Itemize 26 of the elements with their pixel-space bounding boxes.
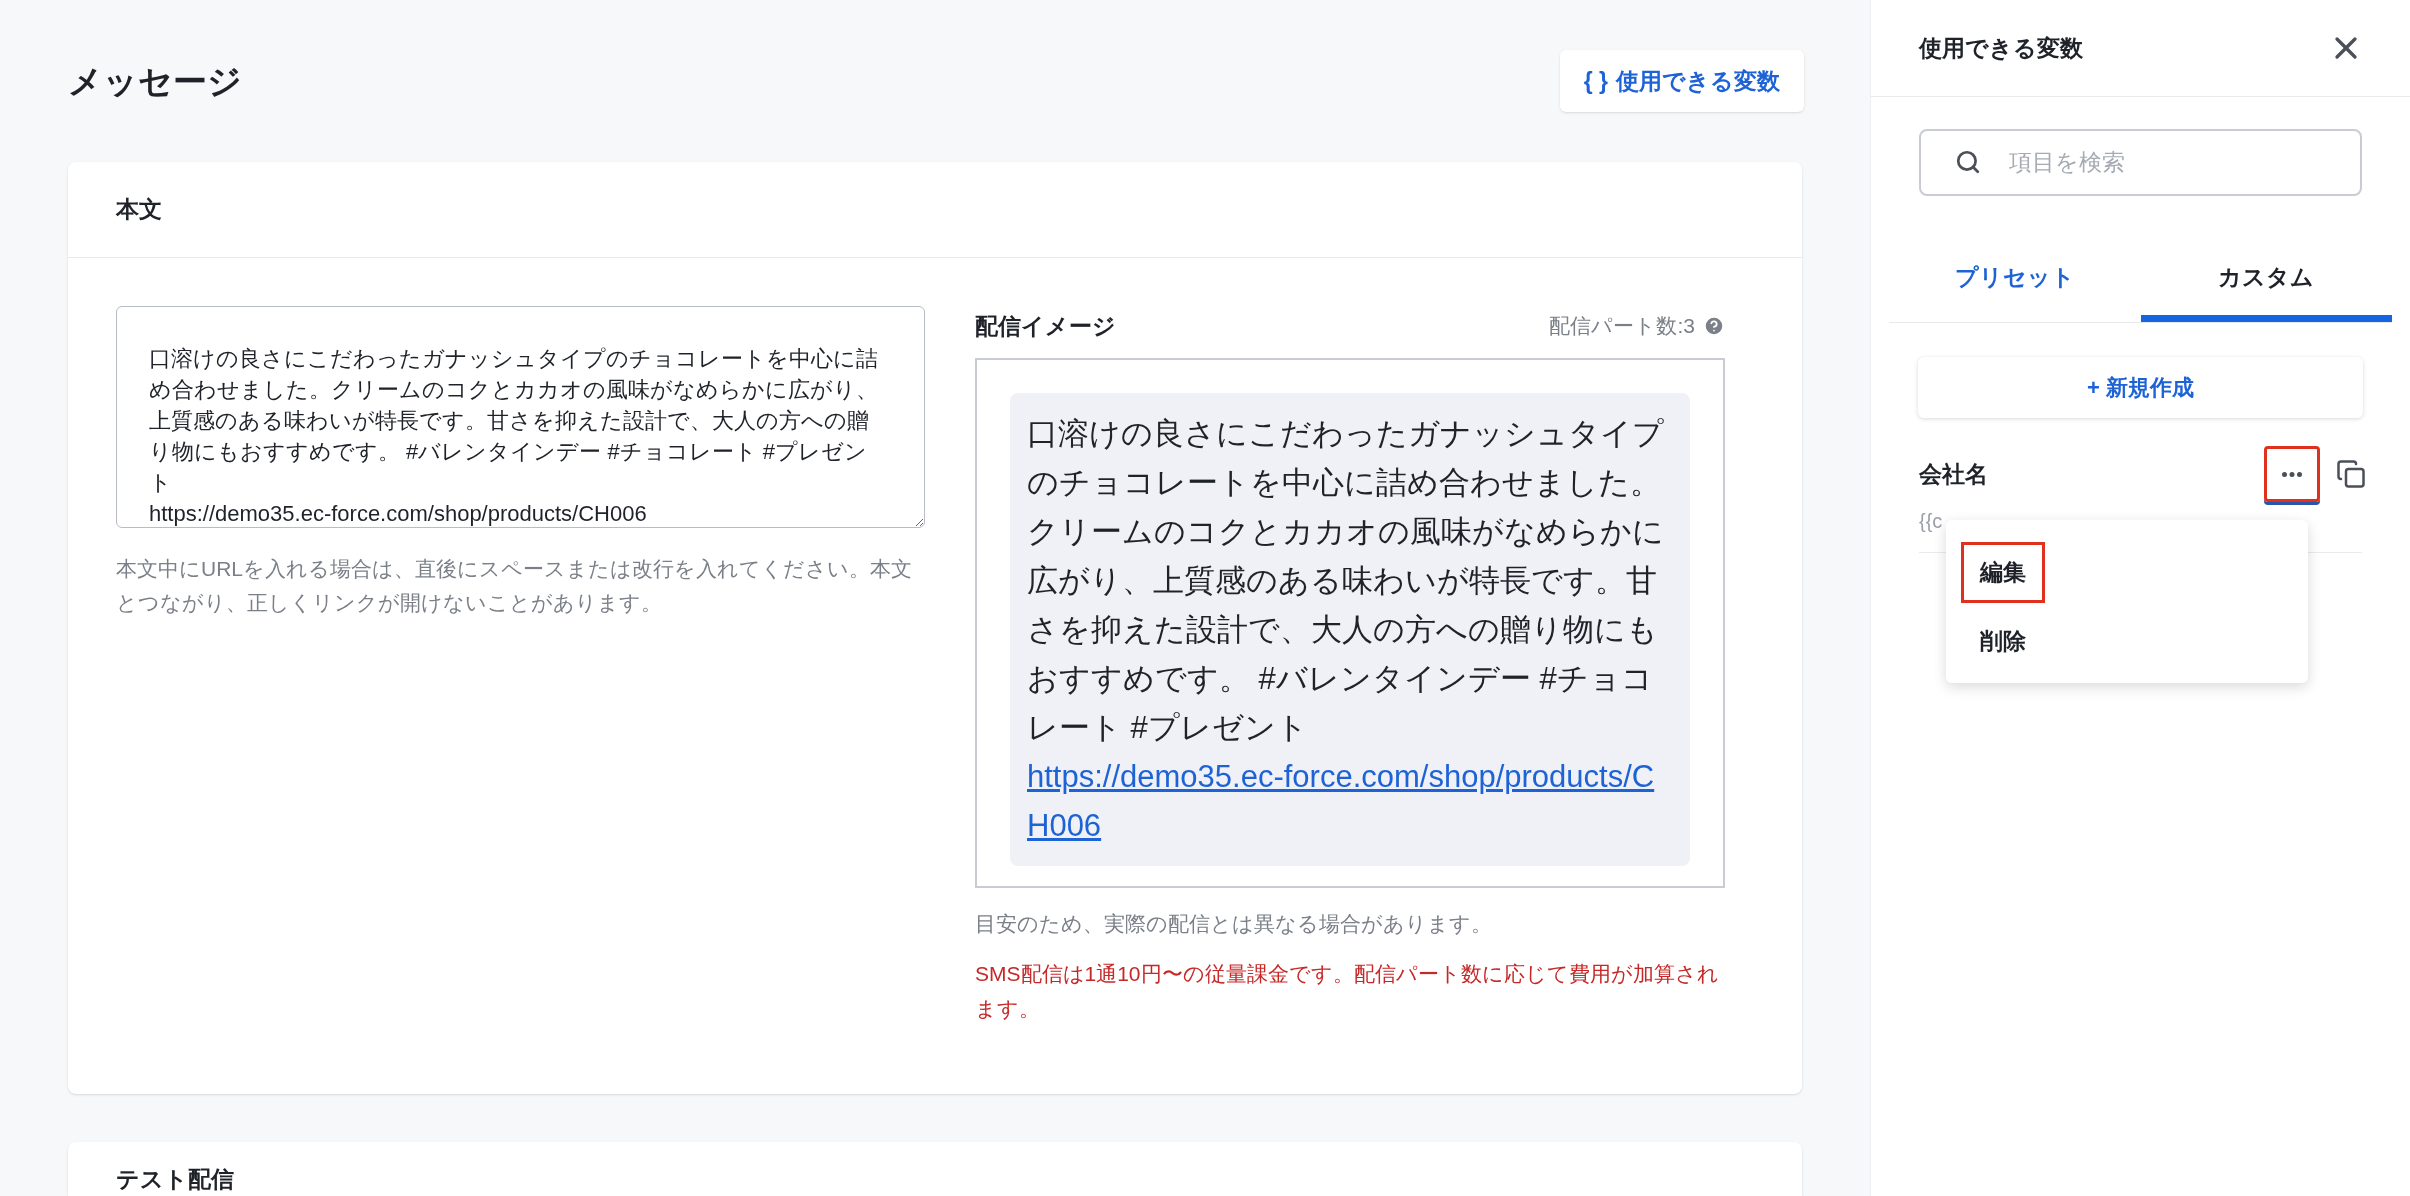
search-icon [1955, 149, 1981, 175]
preview-title: 配信イメージ [975, 311, 1116, 341]
variables-button[interactable]: { } 使用できる変数 [1559, 50, 1804, 112]
copy-icon[interactable] [2336, 459, 2366, 489]
variable-code: {{c [1919, 509, 1944, 534]
menu-item[interactable]: 削除 [1961, 621, 2045, 661]
preview-text: 口溶けの良さにこだわったガナッシュタイプのチョコレートを中心に詰め合わせました。クリームのコクとカカオの風味がなめらかに広がり、上質感のある味わいが特長です。甘さを抑えた設計で、大人の方への贈り物にもおすすめです。 #バレンタインデー #チョコレート #プレゼント [1027, 415, 1665, 747]
panel-title: 使用できる変数 [1919, 33, 2083, 63]
new-button[interactable]: + 新規作成 [1918, 357, 2363, 418]
billing-warning: SMS配信は1通10円〜の従量課金です。配信パート数に応じて費用が加算されます。 [975, 960, 1720, 1022]
field-note: 本文中にURLを入れる場合は、直後にスペースまたは改行を入れてください。本文とつながり、正しくリンクが開けないことがあります。 [116, 556, 913, 616]
help-icon[interactable] [1703, 315, 1725, 337]
card-title: テスト配信 [116, 1165, 234, 1192]
variable-name: 会社名 [1919, 459, 1988, 489]
preview-note: 目安のため、実際の配信とは異なる場合があります。 [975, 911, 1493, 937]
message-field[interactable]: 口溶けの良さにこだわったガナッシュタイプのチョコレートを中心に詰め合わせました。クリームのコクとカカオの風味がなめらかに広がり、上質感のある味わいが特長です。甘さを抑えた設計で、大人の方への贈り物にもおすすめです。 #バレンタインデー #チョコレート #プレゼント https://demo35.ec-force.com/shop/products/CH006 [116, 306, 925, 528]
page-title: メッセージ [68, 60, 242, 102]
more-icon [2282, 471, 2302, 477]
search-field[interactable]: 項目を検索 [1919, 129, 2362, 196]
panel-tab[interactable]: カスタム [2140, 240, 2392, 322]
parts-count: 配信パート数:3 [1549, 313, 1695, 340]
menu-item[interactable]: 編集 [1961, 542, 2045, 604]
panel-tab[interactable]: プリセット [1889, 240, 2141, 322]
card-title: 本文 [116, 195, 162, 225]
preview-link[interactable]: https://demo35.ec-force.com/shop/products/CH006 [1027, 752, 1673, 850]
more-button[interactable] [2264, 446, 2320, 502]
